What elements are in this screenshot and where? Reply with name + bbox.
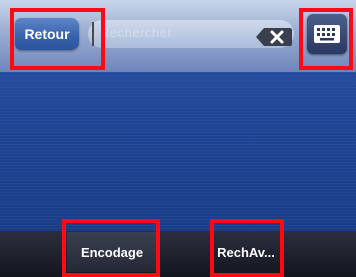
app-screen: Retour Rechercher Encodage RechAv... xyxy=(0,0,356,277)
bottom-toolbar xyxy=(0,231,356,277)
top-bar: Retour Rechercher xyxy=(0,0,356,72)
text-cursor xyxy=(92,22,94,46)
back-button[interactable]: Retour xyxy=(15,18,79,50)
keyboard-icon xyxy=(314,25,340,43)
back-button-label: Retour xyxy=(24,26,70,42)
backspace-clear-icon xyxy=(256,28,292,46)
tab-encodage[interactable]: Encodage xyxy=(67,232,157,272)
tab-rechav-label: RechAv... xyxy=(217,244,275,260)
keyboard-button[interactable] xyxy=(307,14,347,54)
tab-encodage-label: Encodage xyxy=(80,244,144,260)
search-placeholder: Rechercher xyxy=(100,25,173,40)
tab-rechav[interactable]: RechAv... xyxy=(210,232,282,272)
clear-button[interactable] xyxy=(256,28,292,46)
